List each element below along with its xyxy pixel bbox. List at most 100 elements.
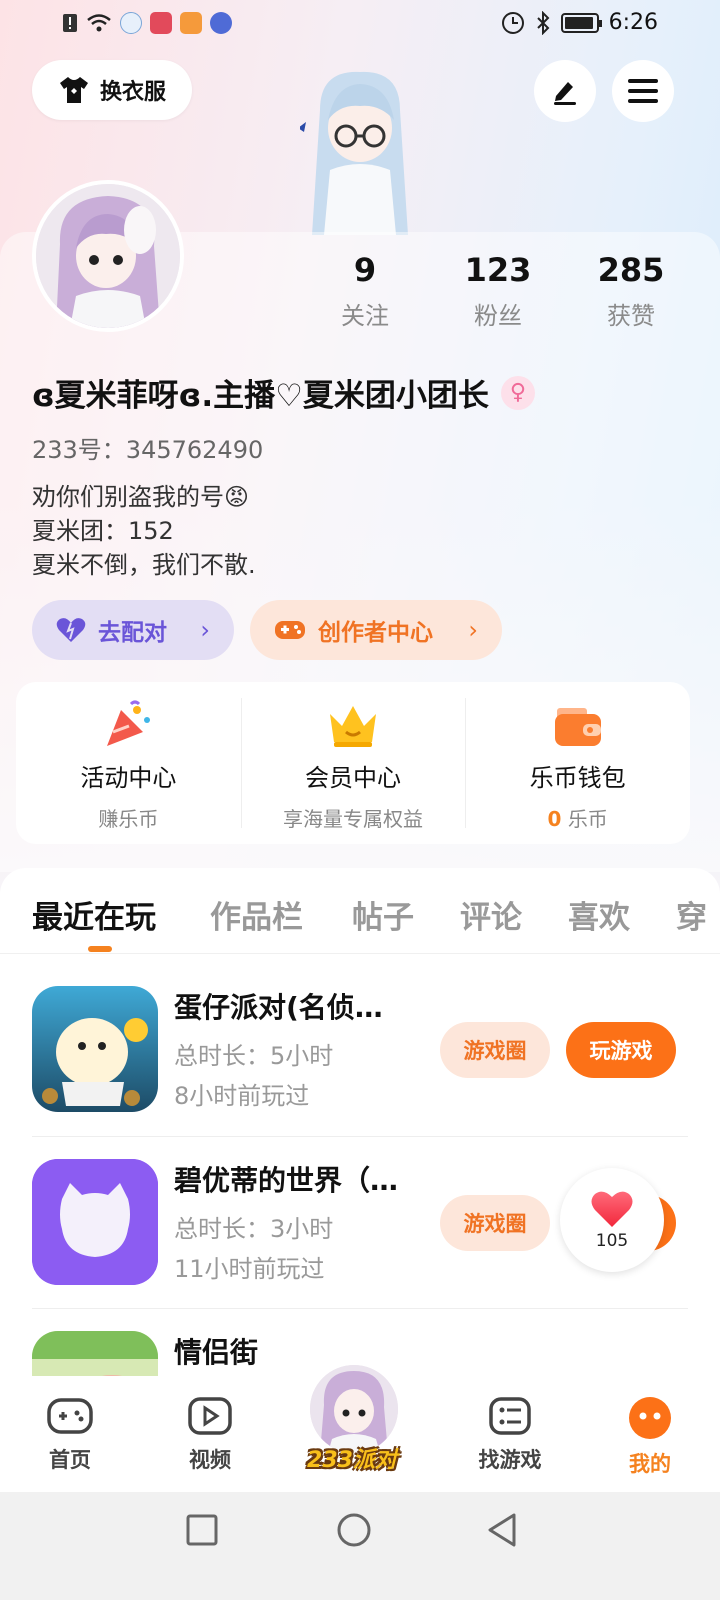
status-bar: 6:26 [0,0,720,48]
game-last-played: 11小时前玩过 [174,1255,325,1283]
game-circle-button[interactable]: 游戏圈 [440,1195,550,1251]
member-center[interactable]: 会员中心 享海量专属权益 [240,682,466,844]
recent-apps-icon[interactable] [186,1514,218,1546]
clock-icon [501,11,524,34]
likes-label: 获赞 [607,302,655,330]
content-section: 最近在玩 作品栏 帖子 评论 喜欢 穿 蛋仔派对(名侦… 总时长：5小时 8小时… [0,868,720,1457]
wifi-icon [87,14,111,32]
profile-tabs: 最近在玩 作品栏 帖子 评论 喜欢 穿 [0,868,720,954]
coin-wallet[interactable]: 乐币钱包 0 乐币 [465,682,690,844]
menu-button[interactable] [612,60,674,122]
game-row[interactable]: 蛋仔派对(名侦… 总时长：5小时 8小时前玩过 游戏圈 玩游戏 [32,964,688,1136]
nav-home-label: 首页 [49,1448,91,1472]
alert-icon [63,14,77,32]
notes-app-icon [150,12,172,34]
iflytek-app-icon [120,12,142,34]
tab-comments[interactable]: 评论 [460,892,522,937]
chevron-right-icon: › [468,616,478,644]
avatar-3d-figure[interactable] [300,70,420,235]
likes-stat[interactable]: 285 获赞 [571,250,691,331]
favorite-count: 105 [595,1231,629,1251]
bio: 劝你们别盗我的号😡 夏米团：152 夏米不倒，我们不散. [32,480,256,582]
game-duration: 总时长：3小时 [174,1215,334,1243]
tshirt-icon [59,77,88,103]
change-outfit-label: 换衣服 [99,80,166,105]
music-app-icon [210,12,232,34]
following-count: 9 [353,251,377,289]
match-label: 去配对 [98,620,167,646]
match-button[interactable]: 去配对 › [32,600,234,660]
gamepad-icon [275,621,305,639]
game-duration: 总时长：5小时 [174,1042,334,1070]
hamburger-menu-icon [628,79,658,103]
game-last-played: 8小时前玩过 [174,1082,310,1110]
following-stat[interactable]: 9 关注 [305,250,425,331]
services-panel: 活动中心 赚乐币 会员中心 享海量专属权益 乐币钱包 0 乐币 [16,682,690,844]
tab-outfits[interactable]: 穿 [676,892,707,937]
party-brand-logo: 233派对 [307,1448,397,1473]
gamepad-nav-icon [47,1398,93,1434]
home-icon[interactable] [336,1512,372,1548]
activity-center-sub: 赚乐币 [98,807,159,831]
back-icon[interactable] [486,1512,518,1548]
nickname-row: ɞ夏米菲呀ɞ.主播♡夏米团小团长 ♀ [32,370,535,415]
bio-line: 夏米不倒，我们不散. [32,551,256,579]
coin-wallet-sub: 0 乐币 [548,803,608,832]
tab-works[interactable]: 作品栏 [210,892,303,937]
female-gender-icon: ♀ [500,375,535,410]
nav-video[interactable]: 视频 [150,1376,270,1474]
bio-line: 夏米团：152 [32,517,174,545]
play-app-icon [180,12,202,34]
creator-center-label: 创作者中心 [318,620,433,646]
activity-center[interactable]: 活动中心 赚乐币 [16,682,241,844]
nickname: ɞ夏米菲呀ɞ.主播♡夏米团小团长 [32,378,489,414]
edit-profile-button[interactable] [534,60,596,122]
pen-icon [554,82,576,105]
nav-home[interactable]: 首页 [10,1376,130,1474]
cat-app-icon [32,1159,158,1285]
followers-count: 123 [464,251,532,289]
game-title: 蛋仔派对(名侦… [174,991,383,1024]
party-popper-icon [107,700,151,746]
bio-line: 劝你们别盗我的号😡 [32,483,250,511]
member-center-sub: 享海量专属权益 [283,807,423,831]
play-game-button[interactable]: 玩游戏 [566,1022,676,1078]
followers-label: 粉丝 [474,302,522,330]
wallet-icon [554,708,601,746]
status-time: 6:26 [608,10,658,35]
nav-find-games[interactable]: 找游戏 [450,1376,570,1474]
creator-center-button[interactable]: 创作者中心 › [250,600,502,660]
game-circle-button[interactable]: 游戏圈 [440,1022,550,1078]
heart-icon [591,1191,633,1227]
user-id[interactable]: 233号：345762490 [32,430,263,465]
heart-match-icon [56,618,86,642]
coin-unit: 乐币 [567,807,608,831]
followers-stat[interactable]: 123 粉丝 [438,250,558,331]
nav-me[interactable]: 我的 [590,1376,710,1478]
avatar-image [36,184,180,328]
battery-icon [560,12,602,33]
activity-center-title: 活动中心 [80,764,177,792]
profile-avatar[interactable] [32,180,184,332]
chevron-right-icon: › [200,616,210,644]
likes-count: 285 [597,251,665,289]
favorite-button[interactable]: 105 [560,1168,664,1272]
tab-indicator [88,946,112,952]
me-smile-icon [629,1397,671,1439]
list-icon [489,1397,531,1435]
nav-video-label: 视频 [189,1448,231,1472]
tab-recently-played[interactable]: 最近在玩 [32,892,156,937]
eggy-party-icon [32,986,158,1112]
member-center-title: 会员中心 [305,764,401,792]
tab-likes[interactable]: 喜欢 [568,892,630,937]
game-title: 碧优蒂的世界（… [174,1164,399,1197]
bluetooth-icon [536,10,550,35]
system-nav-bar [0,1492,720,1600]
nav-find-games-label: 找游戏 [478,1448,542,1472]
game-title: 情侣街 [174,1336,259,1369]
video-play-icon [188,1397,232,1435]
change-outfit-button[interactable]: 换衣服 [32,60,192,120]
nav-me-label: 我的 [629,1452,671,1476]
coin-wallet-title: 乐币钱包 [529,764,626,792]
tab-posts[interactable]: 帖子 [352,892,414,937]
